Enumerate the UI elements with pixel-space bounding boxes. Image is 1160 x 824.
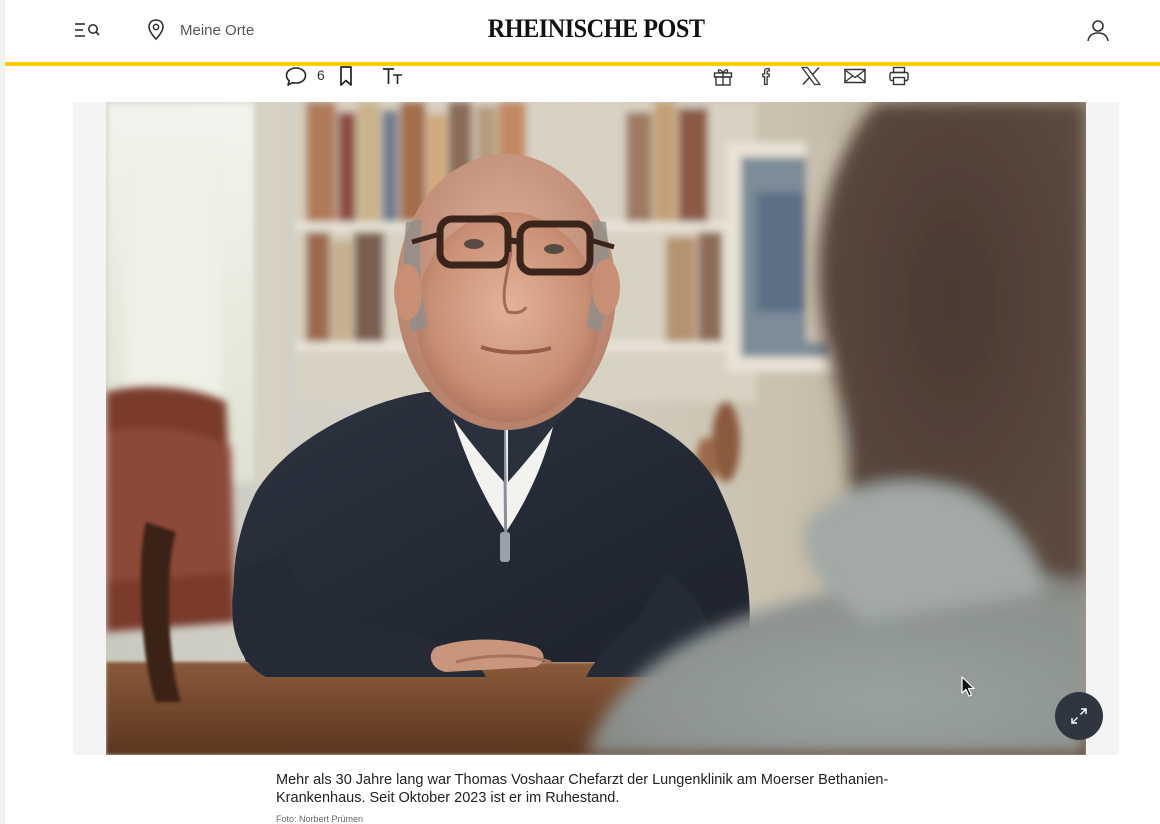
article-photo-graphic (106, 102, 1086, 755)
map-pin-icon (148, 19, 164, 41)
mouse-cursor-icon (961, 676, 975, 697)
article-toolbar-left: 6 (284, 62, 405, 90)
site-logo[interactable]: RHEINISCHE POST (488, 12, 705, 46)
user-icon (1087, 20, 1109, 42)
my-places-label: Meine Orte (180, 21, 255, 39)
comment-icon (285, 67, 307, 86)
expand-image-button[interactable] (1055, 692, 1103, 740)
text-size-button[interactable] (381, 65, 405, 87)
my-places-button[interactable]: Meine Orte (146, 16, 254, 44)
print-button[interactable] (886, 64, 912, 88)
share-toolbar (710, 62, 930, 90)
comments-button[interactable]: 6 (284, 65, 325, 87)
print-icon (889, 66, 909, 86)
image-credit: Foto: Norbert Prümen (276, 814, 364, 824)
article-page: Meine Orte RHEINISCHE POST 6 Mehr als 30… (0, 0, 1160, 824)
gift-article-button[interactable] (710, 64, 736, 88)
bookmark-icon (339, 66, 352, 86)
share-mail-button[interactable] (842, 64, 868, 88)
mail-icon (844, 68, 866, 84)
page-edge (0, 0, 5, 824)
comment-count: 6 (317, 67, 325, 83)
x-icon (801, 66, 821, 86)
share-x-button[interactable] (798, 64, 824, 88)
bookmark-button[interactable] (337, 65, 355, 87)
facebook-icon (762, 67, 771, 86)
image-caption: Mehr als 30 Jahre lang war Thomas Voshaa… (276, 772, 889, 806)
account-button[interactable] (1085, 17, 1111, 43)
article-photo[interactable] (106, 102, 1086, 755)
share-facebook-button[interactable] (754, 64, 780, 88)
menu-search-icon (75, 23, 100, 37)
expand-icon (1071, 708, 1087, 724)
gift-icon (713, 69, 733, 86)
menu-search-button[interactable] (70, 16, 100, 44)
text-size-icon (382, 68, 402, 84)
header-accent-bar (5, 62, 1160, 66)
